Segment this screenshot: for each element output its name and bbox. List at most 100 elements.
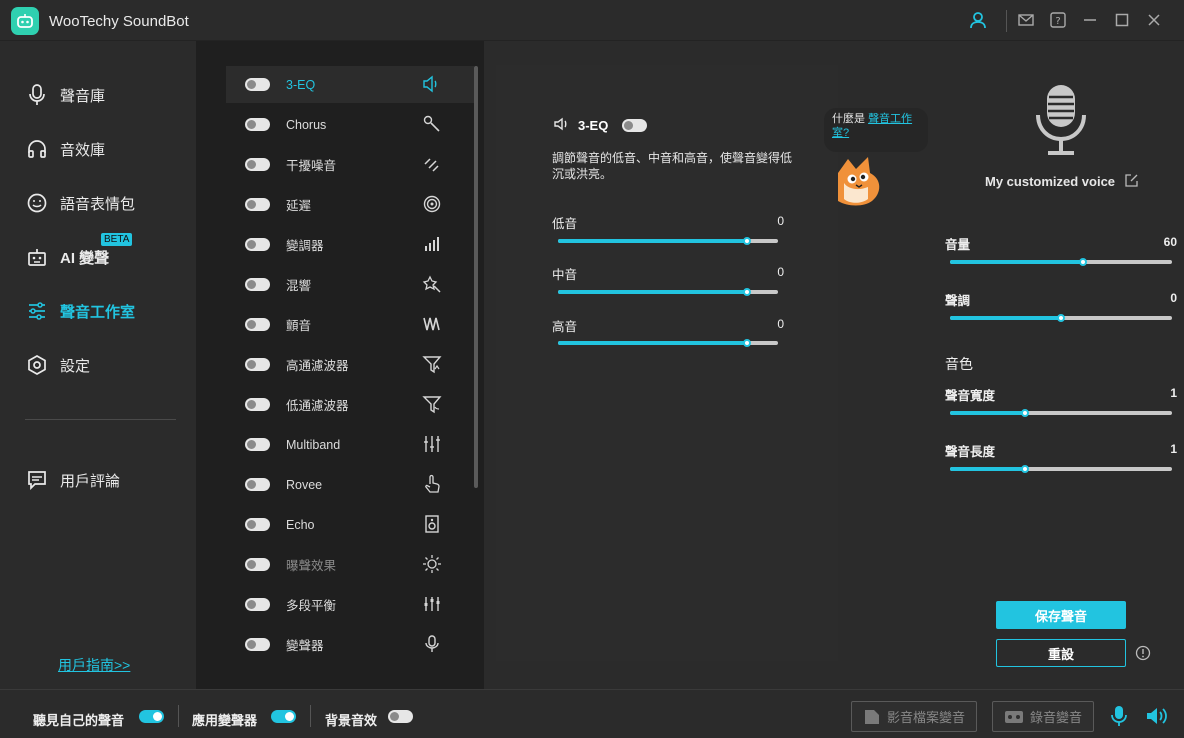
volume-slider[interactable] (950, 258, 1172, 266)
hexagon-settings-icon (26, 354, 48, 376)
sidebar-item-voice-studio[interactable]: 聲音工作室 (26, 299, 135, 323)
effect-row[interactable]: Echo (226, 506, 474, 543)
apply-changer-toggle[interactable] (271, 710, 296, 723)
pitch-label: 聲調 (945, 294, 971, 308)
effect-row[interactable]: 顫音 (226, 306, 474, 343)
sidebar-item-ai-voice[interactable]: AI 變聲 (26, 245, 109, 269)
effect-toggle[interactable] (245, 438, 270, 451)
fox-mascot-icon[interactable] (838, 153, 886, 209)
studio-microphone-icon (1036, 85, 1086, 155)
effect-row[interactable]: 多段平衡 (226, 586, 474, 623)
treble-slider[interactable] (558, 339, 778, 347)
detail-effect-toggle[interactable] (622, 119, 648, 132)
slider-handle[interactable] (743, 237, 752, 245)
mid-slider[interactable] (558, 288, 778, 296)
slider-handle[interactable] (743, 288, 752, 296)
bass-slider[interactable] (558, 237, 778, 245)
effect-name: 低通濾波器 (286, 399, 349, 413)
voice-width-label: 聲音寬度 (945, 389, 996, 403)
maximize-icon[interactable] (1112, 10, 1132, 30)
save-voice-button[interactable]: 保存聲音 (996, 601, 1126, 629)
hear-self-toggle[interactable] (139, 710, 164, 723)
effect-name: Echo (286, 517, 315, 532)
effect-toggle[interactable] (245, 158, 270, 171)
mic-toggle-icon[interactable] (1110, 705, 1128, 732)
sparkle-wand-icon (422, 274, 442, 294)
effect-row[interactable]: 3-EQ (226, 66, 474, 103)
equalizer-icon (422, 594, 442, 614)
effect-row[interactable]: 曝聲效果 (226, 546, 474, 583)
slider-fill (950, 316, 1061, 320)
effect-toggle[interactable] (245, 198, 270, 211)
effect-row[interactable]: 延遲 (226, 186, 474, 223)
effect-row[interactable]: 高通濾波器 (226, 346, 474, 383)
mid-label: 中音 (552, 268, 578, 282)
effect-toggle[interactable] (245, 558, 270, 571)
bars-icon (422, 234, 442, 254)
noise-icon (422, 154, 442, 174)
timbre-heading: 音色 (945, 356, 973, 372)
effect-row[interactable]: 變調器 (226, 226, 474, 263)
speaker-icon (554, 117, 570, 134)
voice-width-slider[interactable] (950, 409, 1172, 417)
effect-name: Multiband (286, 437, 341, 452)
highpass-filter-icon (422, 354, 442, 374)
effect-toggle[interactable] (245, 238, 270, 251)
voice-length-slider[interactable] (950, 465, 1172, 473)
speaker-toggle-icon[interactable] (1146, 706, 1168, 731)
sidebar-item-voice-library[interactable]: 聲音庫 (26, 83, 105, 107)
effect-toggle[interactable] (245, 638, 270, 651)
effect-toggle[interactable] (245, 278, 270, 291)
effects-list: 3-EQ Chorus 干擾噪音 延遲 變調器混響顫音高通濾波器低通濾波器 Multiba… (196, 41, 484, 689)
effect-row[interactable]: 低通濾波器 (226, 386, 474, 423)
slider-handle[interactable] (743, 339, 752, 347)
bottom-bar: 聽見自己的聲音 應用變聲器 背景音效 影音檔案變音 錄音變音 (0, 689, 1184, 738)
sidebar-item-voice-memes[interactable]: 語音表情包 (26, 191, 135, 215)
slider-handle[interactable] (1057, 314, 1065, 322)
treble-label: 高音 (552, 320, 578, 334)
effects-scrollbar[interactable] (474, 66, 478, 488)
sidebar-item-user-reviews[interactable]: 用戶評論 (26, 468, 120, 492)
reset-button[interactable]: 重設 (996, 639, 1126, 667)
info-icon[interactable] (1135, 645, 1151, 661)
bass-value: 0 (777, 214, 784, 228)
bass-label: 低音 (552, 217, 578, 231)
video-file-voice-change-button[interactable]: 影音檔案變音 (851, 701, 977, 732)
sidebar: 聲音庫 音效庫 語音表情包 AI 變聲 BETA 聲音工作室 設定 用戶評論 用… (0, 41, 196, 689)
sidebar-item-settings[interactable]: 設定 (26, 353, 90, 377)
effect-row[interactable]: 干擾噪音 (226, 146, 474, 183)
help-icon[interactable]: ? (1048, 10, 1068, 30)
bg-effect-toggle[interactable] (388, 710, 413, 723)
pitch-slider[interactable] (950, 314, 1172, 322)
user-guide-link[interactable]: 用戶指南>> (58, 655, 130, 675)
effect-name: 變聲器 (286, 639, 324, 653)
effect-row[interactable]: 混響 (226, 266, 474, 303)
hand-pointer-icon (422, 474, 442, 494)
effect-toggle[interactable] (245, 358, 270, 371)
effect-toggle[interactable] (245, 78, 270, 91)
sidebar-item-sound-effects[interactable]: 音效庫 (26, 137, 105, 161)
effect-name: 高通濾波器 (286, 359, 349, 373)
account-icon[interactable] (968, 10, 988, 30)
effect-row[interactable]: 變聲器 (226, 626, 474, 663)
record-voice-change-button[interactable]: 錄音變音 (992, 701, 1094, 732)
effect-toggle[interactable] (245, 478, 270, 491)
close-icon[interactable] (1144, 10, 1164, 30)
effect-name: 混響 (286, 279, 312, 293)
effect-toggle[interactable] (245, 398, 270, 411)
effect-toggle[interactable] (245, 518, 270, 531)
app-title: WooTechy SoundBot (49, 13, 189, 30)
volume-label: 音量 (945, 238, 971, 252)
effect-row[interactable]: Rovee (226, 466, 474, 503)
mail-icon[interactable] (1016, 10, 1036, 30)
effect-toggle[interactable] (245, 118, 270, 131)
edit-icon[interactable] (1125, 174, 1138, 192)
slider-fill (950, 260, 1084, 264)
effect-toggle[interactable] (245, 598, 270, 611)
minimize-icon[interactable] (1080, 10, 1100, 30)
slider-fill (558, 341, 748, 345)
effect-toggle[interactable] (245, 318, 270, 331)
effect-row[interactable]: Chorus (226, 106, 474, 143)
effect-row[interactable]: Multiband (226, 426, 474, 463)
detail-title: 3-EQ (578, 118, 609, 133)
